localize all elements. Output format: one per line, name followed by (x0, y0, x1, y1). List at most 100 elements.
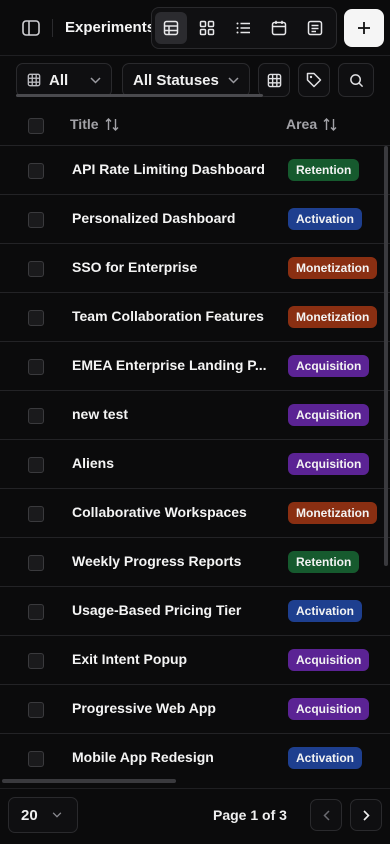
search-icon (349, 73, 363, 87)
table-row[interactable]: Team Collaboration Features Monetization (0, 293, 390, 342)
column-header-title-label: Title (70, 116, 99, 132)
pagination-bar: 20 Page 1 of 3 (0, 788, 390, 844)
row-checkbox[interactable] (28, 163, 44, 179)
table-view-icon (163, 20, 179, 36)
columns-button[interactable] (258, 63, 290, 97)
experiment-title[interactable]: Weekly Progress Reports (72, 553, 270, 569)
table-header: Title Area (0, 104, 390, 146)
filter-scrollbar[interactable] (16, 94, 263, 97)
area-badge: Acquisition (288, 355, 370, 377)
row-checkbox[interactable] (28, 506, 44, 522)
row-checkbox[interactable] (28, 653, 44, 669)
add-experiment-button[interactable] (344, 9, 384, 47)
app-root: Experiments All All Statuses Title Area … (0, 0, 390, 844)
area-badge: Monetization (288, 306, 378, 328)
experiment-title[interactable]: Usage-Based Pricing Tier (72, 602, 270, 618)
table-row[interactable]: API Rate Limiting Dashboard Retention (0, 146, 390, 195)
table-row[interactable]: EMEA Enterprise Landing P... Acquisition (0, 342, 390, 391)
chevron-down-icon (90, 76, 101, 84)
experiment-title[interactable]: Mobile App Redesign (72, 749, 270, 765)
column-header-area[interactable]: Area (286, 116, 337, 132)
columns-icon (267, 73, 281, 87)
area-badge: Monetization (288, 502, 378, 524)
horizontal-scrollbar[interactable] (2, 779, 176, 783)
previous-page-button[interactable] (310, 799, 342, 831)
table-icon (27, 73, 41, 87)
status-dropdown[interactable]: All Statuses (122, 63, 250, 97)
row-checkbox[interactable] (28, 359, 44, 375)
experiment-title[interactable]: Team Collaboration Features (72, 308, 270, 324)
experiment-title[interactable]: Aliens (72, 455, 270, 471)
experiment-title[interactable]: Personalized Dashboard (72, 210, 270, 226)
header-divider (52, 19, 53, 37)
tag-icon (306, 72, 322, 88)
table-row[interactable]: Personalized Dashboard Activation (0, 195, 390, 244)
plus-icon (358, 22, 370, 34)
table-row[interactable]: new test Acquisition (0, 391, 390, 440)
select-all-checkbox[interactable] (28, 118, 44, 134)
row-checkbox[interactable] (28, 604, 44, 620)
experiment-title[interactable]: Collaborative Workspaces (72, 504, 270, 520)
area-badge: Activation (288, 600, 363, 622)
chevron-left-icon (322, 809, 330, 821)
row-checkbox[interactable] (28, 702, 44, 718)
area-badge: Acquisition (288, 649, 370, 671)
view-switcher (151, 7, 337, 49)
page-title: Experiments (65, 19, 156, 36)
row-checkbox[interactable] (28, 555, 44, 571)
area-badge: Acquisition (288, 698, 370, 720)
status-dropdown-label: All Statuses (133, 71, 219, 89)
top-bar: Experiments (0, 0, 390, 56)
experiment-title[interactable]: SSO for Enterprise (72, 259, 270, 275)
list-view-button[interactable] (227, 12, 259, 44)
page-size-value: 20 (21, 806, 38, 824)
row-checkbox[interactable] (28, 751, 44, 767)
calendar-view-icon (271, 20, 287, 36)
search-button[interactable] (338, 63, 374, 97)
experiment-title[interactable]: Exit Intent Popup (72, 651, 270, 667)
chevron-right-icon (362, 809, 370, 821)
area-badge: Monetization (288, 257, 378, 279)
scope-dropdown-label: All (49, 71, 69, 89)
table-row[interactable]: Weekly Progress Reports Retention (0, 538, 390, 587)
experiment-title[interactable]: new test (72, 406, 270, 422)
table-row[interactable]: SSO for Enterprise Monetization (0, 244, 390, 293)
next-page-button[interactable] (350, 799, 382, 831)
experiments-table: Title Area API Rate Limiting Dashboard Re… (0, 104, 390, 780)
page-size-select[interactable]: 20 (8, 797, 78, 833)
scope-dropdown[interactable]: All (16, 63, 112, 97)
row-checkbox[interactable] (28, 261, 44, 277)
area-badge: Acquisition (288, 453, 370, 475)
area-badge: Retention (288, 551, 360, 573)
table-view-button[interactable] (155, 12, 187, 44)
experiment-title[interactable]: Progressive Web App (72, 700, 270, 716)
table-row[interactable]: Usage-Based Pricing Tier Activation (0, 587, 390, 636)
list-view-icon (236, 22, 250, 34)
row-checkbox[interactable] (28, 310, 44, 326)
area-badge: Retention (288, 159, 360, 181)
table-row[interactable]: Exit Intent Popup Acquisition (0, 636, 390, 685)
chevron-down-icon (52, 812, 61, 818)
table-row[interactable]: Collaborative Workspaces Monetization (0, 489, 390, 538)
document-view-icon (307, 20, 323, 36)
table-row[interactable]: Progressive Web App Acquisition (0, 685, 390, 734)
experiment-title[interactable]: EMEA Enterprise Landing P... (72, 357, 270, 373)
table-row[interactable]: Aliens Acquisition (0, 440, 390, 489)
row-checkbox[interactable] (28, 408, 44, 424)
page-indicator: Page 1 of 3 (213, 807, 287, 823)
sort-icon (323, 117, 337, 131)
calendar-view-button[interactable] (263, 12, 295, 44)
tags-button[interactable] (298, 63, 330, 97)
vertical-scrollbar[interactable] (384, 146, 388, 566)
experiment-title[interactable]: API Rate Limiting Dashboard (72, 161, 270, 177)
document-view-button[interactable] (299, 12, 331, 44)
grid-view-icon (199, 20, 215, 36)
grid-view-button[interactable] (191, 12, 223, 44)
sidebar-toggle-icon[interactable] (20, 18, 42, 38)
table-row[interactable]: Mobile App Redesign Activation (0, 734, 390, 780)
row-checkbox[interactable] (28, 212, 44, 228)
column-header-title[interactable]: Title (70, 116, 119, 132)
column-header-area-label: Area (286, 116, 318, 132)
row-checkbox[interactable] (28, 457, 44, 473)
area-badge: Activation (288, 208, 363, 230)
